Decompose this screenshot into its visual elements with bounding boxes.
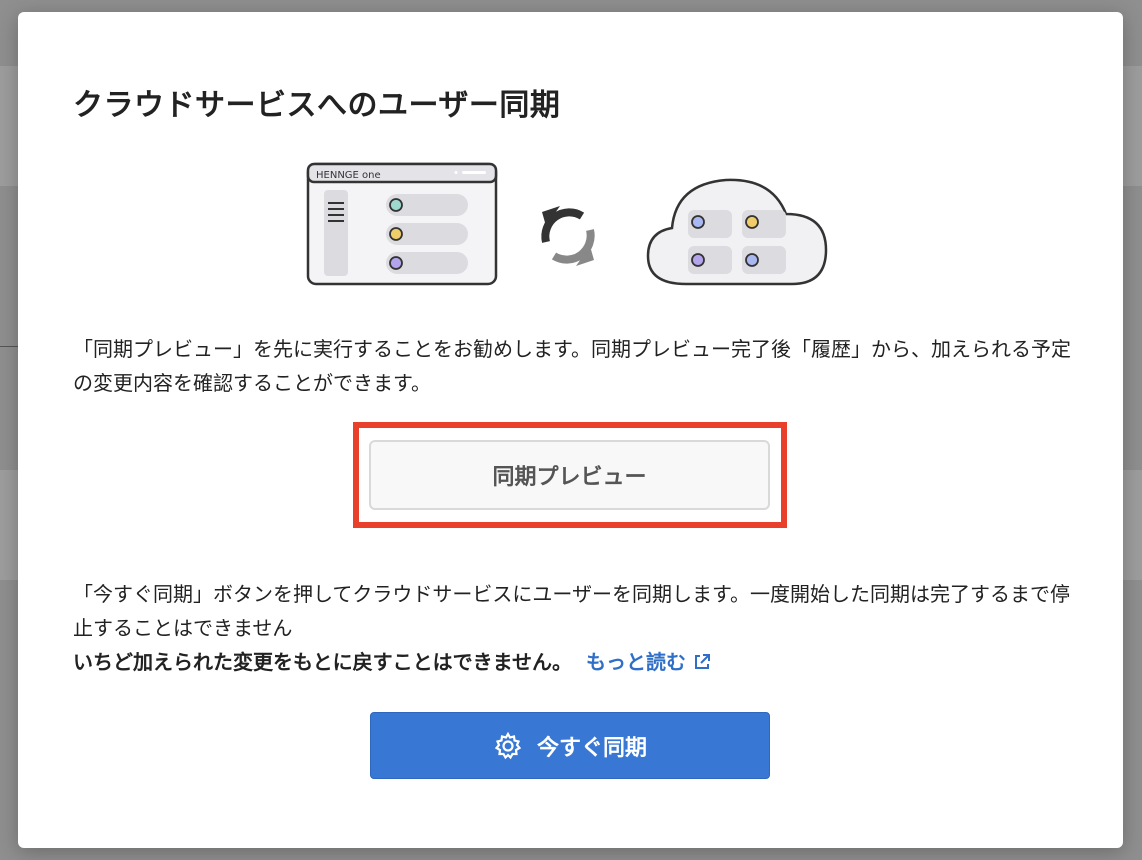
sync-info: 「今すぐ同期」ボタンを押してクラウドサービスにユーザーを同期します。一度開始した… xyxy=(73,577,1073,679)
sync-now-label: 今すぐ同期 xyxy=(536,734,647,760)
sync-info-text: 「今すぐ同期」ボタンを押してクラウドサービスにユーザーを同期します。一度開始した… xyxy=(73,582,1070,640)
sync-preview-button[interactable]: 同期プレビュー xyxy=(369,440,770,510)
sync-warning: いちど加えられた変更をもとに戻すことはできません。 もっと読む xyxy=(73,645,1073,679)
sync-now-button[interactable]: 今すぐ同期 xyxy=(370,712,770,779)
app-window-label: HENNGE one xyxy=(316,170,381,181)
read-more-link[interactable]: もっと読む xyxy=(586,645,712,679)
external-link-icon xyxy=(695,654,710,669)
sync-arrows-icon xyxy=(541,206,595,266)
intro-text: 「同期プレビュー」を先に実行することをお勧めします。同期プレビュー完了後「履歴」… xyxy=(73,337,1071,395)
gear-icon xyxy=(494,731,522,759)
sync-modal: クラウドサービスへのユーザー同期 HENNGE one 「同期プレビュー」を先に… xyxy=(18,12,1123,848)
cloud-icon xyxy=(646,178,828,286)
app-window-icon: HENNGE one xyxy=(306,162,498,286)
sync-illustration: HENNGE one xyxy=(306,162,828,286)
background-divider xyxy=(0,346,18,347)
read-more-label: もっと読む xyxy=(586,650,686,674)
sync-warning-text: いちど加えられた変更をもとに戻すことはできません。 xyxy=(73,650,572,674)
modal-title: クラウドサービスへのユーザー同期 xyxy=(73,88,561,123)
